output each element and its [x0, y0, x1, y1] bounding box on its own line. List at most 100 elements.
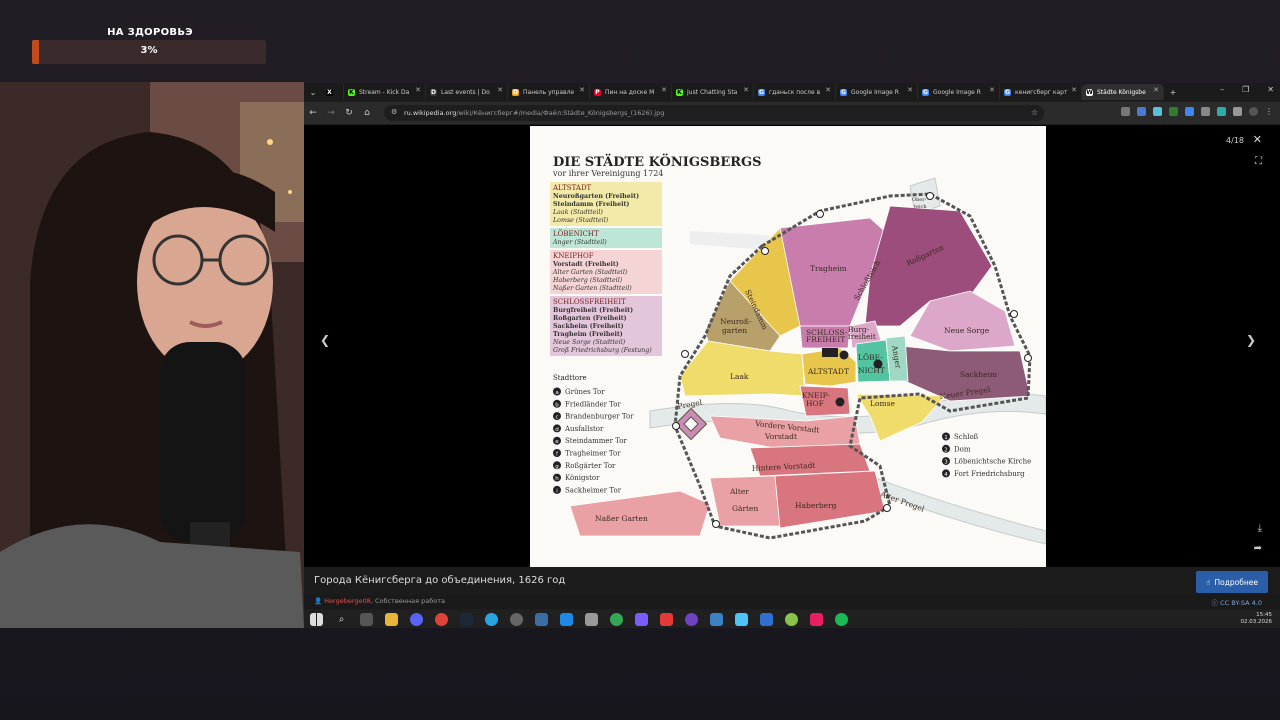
- reload-icon[interactable]: ↻: [340, 108, 358, 118]
- close-tab-icon[interactable]: ✕: [1071, 86, 1077, 94]
- new-tab-button[interactable]: +: [1164, 84, 1182, 100]
- tab-label: Stream - Kick Da: [359, 88, 410, 96]
- close-window-icon[interactable]: ✕: [1267, 85, 1274, 94]
- extension-icon[interactable]: [1185, 107, 1194, 116]
- close-viewer-icon[interactable]: ✕: [1253, 133, 1262, 146]
- home-icon[interactable]: ⌂: [358, 108, 376, 118]
- legend-item: Lomse (Stadtteil): [552, 217, 609, 224]
- browser-tab[interactable]: G Google Image R ✕: [836, 84, 918, 100]
- app-icon[interactable]: [810, 613, 823, 626]
- browser-tab[interactable]: W Städte Königsbe ✕: [1082, 84, 1164, 100]
- close-tab-icon[interactable]: ✕: [825, 86, 831, 94]
- close-tab-icon[interactable]: ✕: [661, 86, 667, 94]
- legend-group-heading: KNEIPHOF: [553, 252, 594, 260]
- gate-marker: [1010, 310, 1018, 318]
- download-icon[interactable]: ⤓: [1258, 523, 1262, 534]
- previous-image-icon[interactable]: ❮: [320, 333, 330, 347]
- window-controls: – ❐ ✕: [1220, 85, 1274, 94]
- app-icon[interactable]: [560, 613, 573, 626]
- extension-icon[interactable]: [1121, 107, 1130, 116]
- browser-tab[interactable]: D Last events | Do ✕: [426, 84, 508, 100]
- author-link[interactable]: Hergeberge08: [324, 597, 371, 605]
- app-icon[interactable]: [710, 613, 723, 626]
- app-icon[interactable]: [735, 613, 748, 626]
- extension-icon[interactable]: [1137, 107, 1146, 116]
- close-tab-icon[interactable]: ✕: [907, 86, 913, 94]
- bookmark-star-icon[interactable]: ☆: [1031, 108, 1038, 117]
- tab-favicon-icon: K: [348, 88, 355, 96]
- menu-dots-icon[interactable]: ⋮: [1265, 107, 1274, 116]
- tab-strip: ⌄ X K Stream - Kick Da ✕ D Last events | Do ✕ D…: [304, 83, 1280, 101]
- obs-icon[interactable]: [510, 613, 523, 626]
- close-tab-icon[interactable]: ✕: [743, 86, 749, 94]
- url-input[interactable]: ⚙ ru.wikipedia.org/wiki/Кёнигсберг#/medi…: [384, 105, 1044, 121]
- share-icon[interactable]: ➦: [1254, 543, 1262, 554]
- tab-favicon-icon: G: [922, 88, 929, 96]
- tab-favicon-icon: G: [840, 88, 847, 96]
- map-legend: ALTSTADTNeuroßgarten (Freiheit)Steindamm…: [550, 182, 662, 356]
- browser-tab[interactable]: X: [322, 84, 344, 100]
- app-icon[interactable]: [685, 613, 698, 626]
- map-title: DIE STÄDTE KÖNIGSBERGS: [553, 153, 762, 170]
- close-tab-icon[interactable]: ✕: [1153, 86, 1159, 94]
- yandex-icon[interactable]: [660, 613, 673, 626]
- extension-icon[interactable]: [1217, 107, 1226, 116]
- restore-icon[interactable]: ❐: [1242, 85, 1249, 94]
- puzzle-icon[interactable]: [1233, 107, 1242, 116]
- windows-start-icon[interactable]: [310, 613, 323, 626]
- district-label-vorstadt: Vorstadt: [764, 432, 797, 441]
- site-info-icon[interactable]: ⚙: [391, 108, 397, 116]
- app-icon[interactable]: [535, 613, 548, 626]
- tab-label: Städte Königsbe: [1097, 88, 1146, 96]
- license-text: CC BY-SA 4.0: [1220, 599, 1262, 607]
- author-note: , Собственная работа: [370, 597, 445, 605]
- browser-tab[interactable]: P Пин на доске M ✕: [590, 84, 672, 100]
- profile-icon[interactable]: [1249, 107, 1258, 116]
- chrome-icon[interactable]: [435, 613, 448, 626]
- close-tab-icon[interactable]: ✕: [989, 86, 995, 94]
- app-icon[interactable]: [785, 613, 798, 626]
- close-tab-icon[interactable]: ✕: [415, 86, 421, 94]
- extension-icon[interactable]: [1201, 107, 1210, 116]
- telegram-icon[interactable]: [485, 613, 498, 626]
- back-icon[interactable]: ←: [304, 108, 322, 118]
- app-icon[interactable]: [585, 613, 598, 626]
- close-tab-icon[interactable]: ✕: [497, 86, 503, 94]
- close-tab-icon[interactable]: ✕: [579, 86, 585, 94]
- browser-tab[interactable]: D Панель управле ✕: [508, 84, 590, 100]
- discord-icon[interactable]: [410, 613, 423, 626]
- tab-search-button[interactable]: ⌄: [304, 84, 322, 100]
- browser-tab[interactable]: G Google Image R ✕: [918, 84, 1000, 100]
- task-view-icon[interactable]: [360, 613, 373, 626]
- browser-tab[interactable]: K Just Chatting Sta ✕: [672, 84, 754, 100]
- extension-icon[interactable]: [1153, 107, 1162, 116]
- search-icon[interactable]: ⌕: [335, 613, 348, 626]
- more-details-label: Подробнее: [1214, 577, 1258, 587]
- minimize-icon[interactable]: –: [1220, 85, 1224, 94]
- district-label-tragheim: Tragheim: [810, 264, 847, 273]
- legend-group-heading: LÖBENICHT: [553, 229, 599, 238]
- license-link[interactable]: ⓒ CC BY-SA 4.0: [1212, 597, 1262, 607]
- app-icon[interactable]: [610, 613, 623, 626]
- app-icon[interactable]: [635, 613, 648, 626]
- image-attribution: 👤 Hergeberge08, Собственная работа ⓒ CC …: [304, 595, 1280, 609]
- next-image-icon[interactable]: ❯: [1246, 333, 1256, 347]
- system-clock[interactable]: 15:45 02.03.2026: [1241, 612, 1273, 626]
- extension-icon[interactable]: [1169, 107, 1178, 116]
- browser-tab[interactable]: K Stream - Kick Da ✕: [344, 84, 426, 100]
- donation-progress-bar: 3%: [32, 40, 266, 64]
- gate-name: Ausfallstor: [564, 425, 604, 433]
- steam-icon[interactable]: [460, 613, 473, 626]
- app-icon[interactable]: [760, 613, 773, 626]
- url-path: /wiki/Кёнигсберг#/media/Файл:Städte_Köni…: [456, 109, 665, 117]
- forward-icon[interactable]: →: [322, 108, 340, 118]
- tab-favicon-icon: G: [758, 88, 765, 96]
- map-image: DIE STÄDTE KÖNIGSBERGS vor ihrer Vereini…: [530, 126, 1047, 567]
- spotify-icon[interactable]: [835, 613, 848, 626]
- url-host: ru.wikipedia.org: [404, 109, 457, 117]
- browser-tab[interactable]: Gкенигсберг карт ✕: [1000, 84, 1082, 100]
- fullscreen-icon[interactable]: ⛶: [1255, 156, 1262, 167]
- more-details-button[interactable]: ☝ Подробнее: [1195, 571, 1268, 593]
- browser-tab[interactable]: Gгданьск после в ✕: [754, 84, 836, 100]
- file-explorer-icon[interactable]: [385, 613, 398, 626]
